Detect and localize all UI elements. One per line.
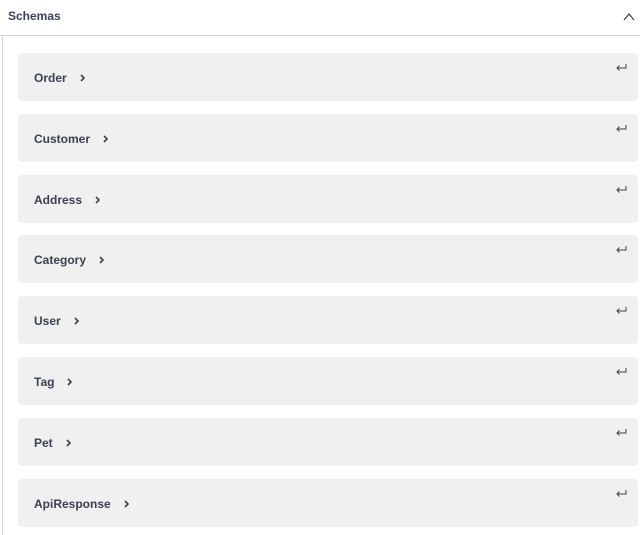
schema-name-button[interactable]: ApiResponse <box>34 497 131 511</box>
schema-name-button[interactable]: Tag <box>34 375 74 389</box>
schema-item-tag[interactable]: Tag <box>18 356 638 405</box>
chevron-right-icon <box>124 500 129 508</box>
return-arrow-icon[interactable] <box>615 427 628 437</box>
section-left-border <box>2 36 3 535</box>
schema-item-order[interactable]: Order <box>18 53 638 101</box>
schema-item-customer[interactable]: Customer <box>18 113 638 162</box>
schema-name: Category <box>34 253 87 268</box>
schema-name-button[interactable]: Order <box>34 71 87 85</box>
schema-name: Address <box>34 192 83 207</box>
chevron-right-icon <box>66 439 71 447</box>
chevron-right-icon <box>95 196 101 204</box>
chevron-right-icon <box>67 378 73 386</box>
chevron-right-icon <box>80 74 85 82</box>
schema-name-button[interactable]: Customer <box>34 132 110 146</box>
schema-item-category[interactable]: Category <box>18 235 638 284</box>
schema-list: Order Customer Address Category User Tag… <box>18 53 638 535</box>
schema-name-button[interactable]: Category <box>34 253 106 267</box>
schema-item-user[interactable]: User <box>18 296 638 345</box>
schema-item-pet[interactable]: Pet <box>18 417 638 466</box>
schema-name: Customer <box>34 131 91 146</box>
schema-name: Order <box>34 71 67 85</box>
return-arrow-icon[interactable] <box>615 305 628 315</box>
schemas-title: Schemas <box>8 9 61 23</box>
schema-name-button[interactable]: User <box>34 314 81 328</box>
return-arrow-icon[interactable] <box>615 123 628 133</box>
return-arrow-icon[interactable] <box>615 488 628 498</box>
schema-name-button[interactable]: Address <box>34 193 102 207</box>
return-arrow-icon[interactable] <box>615 62 628 72</box>
chevron-up-icon[interactable] <box>622 10 636 24</box>
schema-name-button[interactable]: Pet <box>34 436 73 450</box>
return-arrow-icon[interactable] <box>615 184 628 194</box>
chevron-right-icon <box>99 256 105 264</box>
schemas-section: Schemas Order Customer Address Category … <box>0 0 640 535</box>
return-arrow-icon[interactable] <box>615 244 628 254</box>
return-arrow-icon[interactable] <box>615 366 628 376</box>
schema-item-apiresponse[interactable]: ApiResponse <box>18 478 638 527</box>
schema-name: User <box>34 314 61 329</box>
chevron-right-icon <box>103 135 109 143</box>
schema-name: Pet <box>34 435 53 450</box>
chevron-right-icon <box>74 317 79 325</box>
schema-item-address[interactable]: Address <box>18 174 638 223</box>
schema-name: Tag <box>34 374 55 389</box>
schemas-header[interactable]: Schemas <box>0 0 640 36</box>
schema-name: ApiResponse <box>34 496 111 511</box>
